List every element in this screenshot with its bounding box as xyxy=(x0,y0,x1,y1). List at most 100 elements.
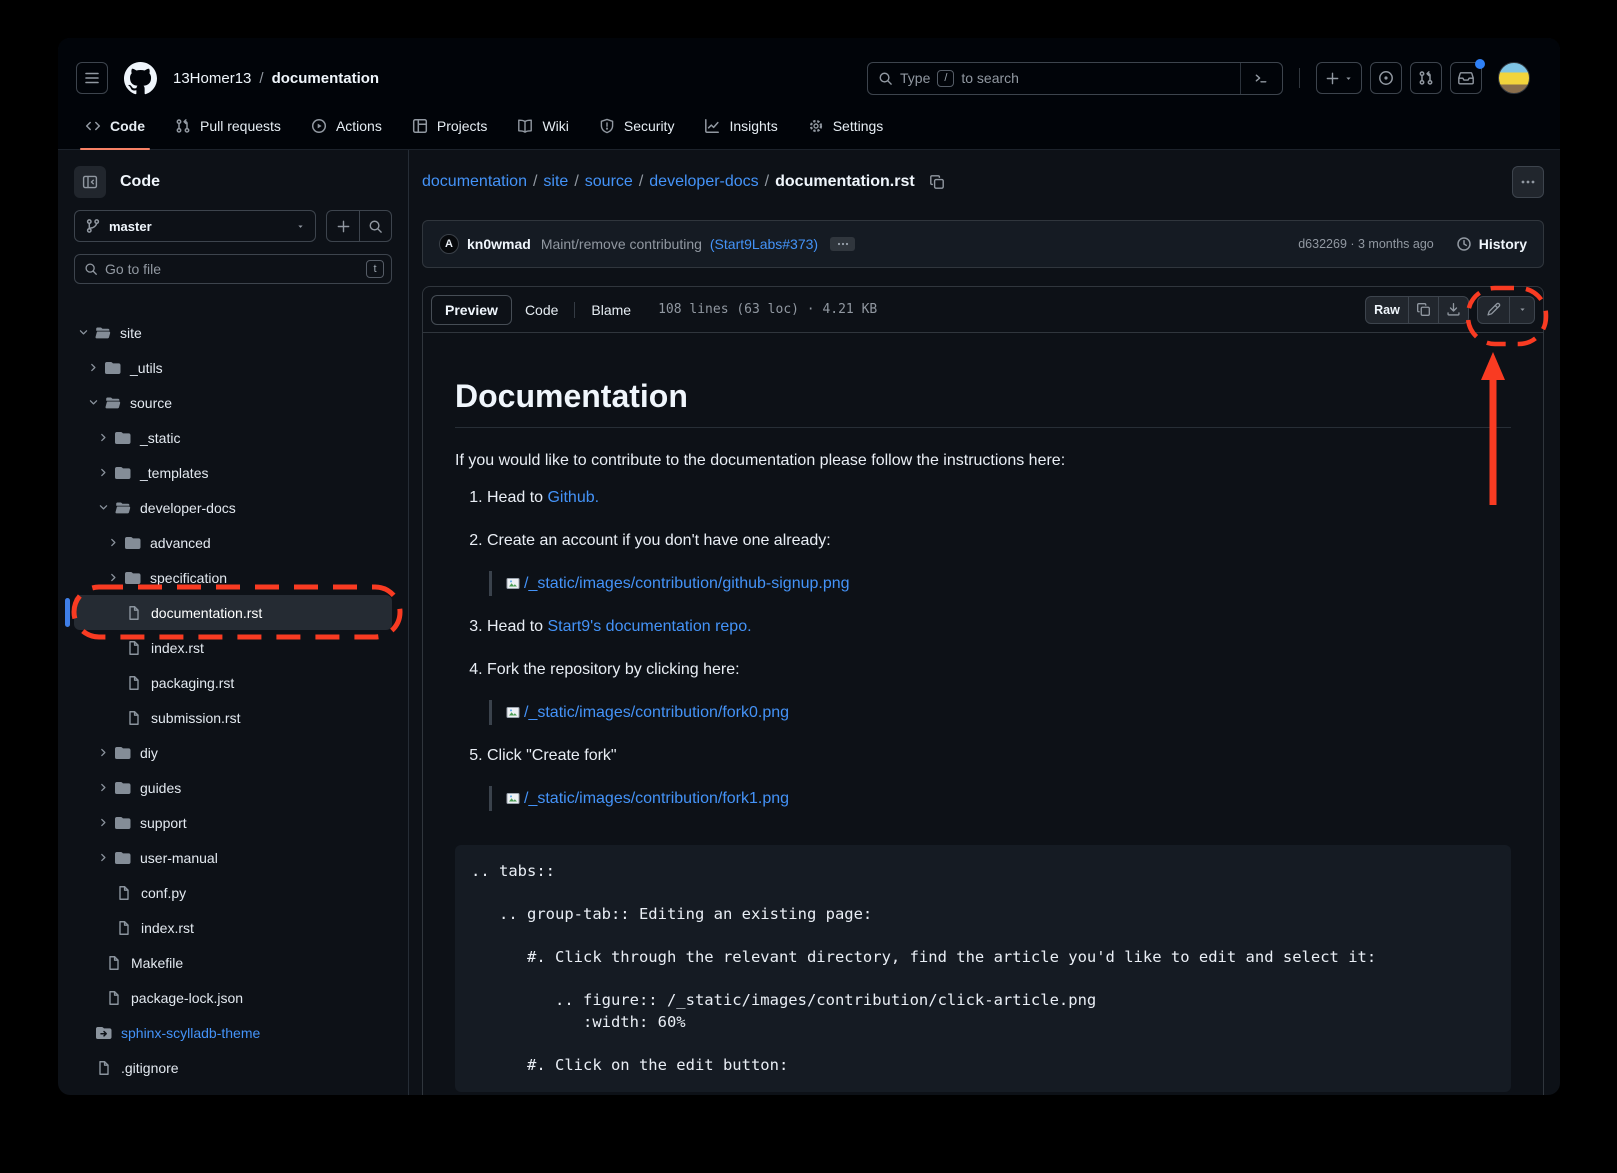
tab-pull-requests[interactable]: Pull requests xyxy=(160,102,296,149)
file-icon xyxy=(116,885,132,901)
search-tree-button[interactable] xyxy=(359,211,391,241)
go-to-file-input[interactable]: Go to file t xyxy=(74,254,392,284)
commit-pr-link[interactable]: (Start9Labs#373) xyxy=(710,236,818,252)
tree-item-site[interactable]: site xyxy=(74,315,392,350)
branch-selector[interactable]: master xyxy=(74,210,316,242)
raw-button[interactable]: Raw xyxy=(1366,297,1408,323)
download-button[interactable] xyxy=(1438,297,1468,323)
commit-message[interactable]: Maint/remove contributing xyxy=(541,236,702,252)
step-link[interactable]: Start9's documentation repo. xyxy=(547,618,751,635)
copy-icon xyxy=(1416,302,1431,317)
breadcrumb-segment[interactable]: documentation xyxy=(422,173,527,191)
github-logo-icon[interactable] xyxy=(124,62,157,95)
command-palette-icon[interactable] xyxy=(1240,63,1282,94)
folder-icon xyxy=(115,780,131,796)
tree-item-user-manual[interactable]: user-manual xyxy=(74,840,392,875)
image-link[interactable]: /_static/images/contribution/fork1.png xyxy=(524,790,789,807)
view-tab-preview[interactable]: Preview xyxy=(431,295,512,325)
tree-item-conf.py[interactable]: conf.py xyxy=(74,875,392,910)
tree-item-_templates[interactable]: _templates xyxy=(74,455,392,490)
tab-actions[interactable]: Actions xyxy=(296,102,397,149)
kebab-horizontal-icon xyxy=(1520,174,1536,190)
chevron-right-icon xyxy=(98,747,109,758)
tab-code[interactable]: Code xyxy=(70,102,160,149)
tab-projects[interactable]: Projects xyxy=(397,102,503,149)
file-toolbar: PreviewCodeBlame 108 lines (63 loc) · 4.… xyxy=(423,287,1543,333)
tab-security[interactable]: Security xyxy=(584,102,690,149)
inbox-button[interactable] xyxy=(1450,62,1482,94)
tree-item-advanced[interactable]: advanced xyxy=(74,525,392,560)
breadcrumb-segment[interactable]: developer-docs xyxy=(649,173,758,191)
file-icon xyxy=(96,1060,112,1076)
commit-sha-age[interactable]: d632269 · 3 months ago xyxy=(1298,237,1434,251)
tree-item-submission.rst[interactable]: submission.rst xyxy=(74,700,392,735)
caret-down-icon xyxy=(1518,305,1527,314)
folder-open-icon xyxy=(105,395,121,411)
search-icon xyxy=(878,71,893,86)
tree-item-partial[interactable] xyxy=(74,1085,392,1095)
raw-actions-group: Raw xyxy=(1365,296,1469,324)
view-tab-code[interactable]: Code xyxy=(512,295,571,325)
tree-item-Makefile[interactable]: Makefile xyxy=(74,945,392,980)
search-icon xyxy=(368,219,383,234)
screenshot-stage: 13Homer13 / documentation Type / to sear… xyxy=(0,0,1617,1173)
tree-item-documentation.rst[interactable]: documentation.rst xyxy=(74,595,392,630)
tree-item-guides[interactable]: guides xyxy=(74,770,392,805)
tab-insights[interactable]: Insights xyxy=(689,102,792,149)
copy-path-icon[interactable] xyxy=(929,174,945,190)
instruction-step: Fork the repository by clicking here:/_s… xyxy=(487,657,1511,725)
file-icon xyxy=(116,920,132,936)
copy-raw-button[interactable] xyxy=(1408,297,1438,323)
image-quote: /_static/images/contribution/fork1.png xyxy=(489,786,1511,811)
image-link[interactable]: /_static/images/contribution/github-sign… xyxy=(524,575,850,592)
tree-item-support[interactable]: support xyxy=(74,805,392,840)
pull-requests-button[interactable] xyxy=(1410,62,1442,94)
commit-expand-button[interactable] xyxy=(830,237,855,251)
latest-commit-bar: A kn0wmad Maint/remove contributing (Sta… xyxy=(422,220,1544,268)
image-link[interactable]: /_static/images/contribution/fork0.png xyxy=(524,704,789,721)
tree-item-specification[interactable]: specification xyxy=(74,560,392,595)
user-avatar[interactable] xyxy=(1498,62,1530,94)
tree-item-.gitignore[interactable]: .gitignore xyxy=(74,1050,392,1085)
commit-author[interactable]: kn0wmad xyxy=(467,236,531,252)
broken-image-icon xyxy=(506,706,521,719)
table-icon xyxy=(412,118,428,134)
tab-wiki[interactable]: Wiki xyxy=(502,102,583,149)
global-search-input[interactable]: Type / to search xyxy=(867,62,1283,95)
tree-item-index.rst[interactable]: index.rst xyxy=(74,630,392,665)
file-icon xyxy=(126,605,142,621)
chevron-right-icon xyxy=(108,537,119,548)
tree-item-sphinx-scylladb-theme[interactable]: sphinx-scylladb-theme xyxy=(74,1015,392,1050)
tree-item-developer-docs[interactable]: developer-docs xyxy=(74,490,392,525)
create-new-button[interactable] xyxy=(1316,62,1362,94)
history-link[interactable]: History xyxy=(1456,236,1527,252)
tree-actions-group xyxy=(326,210,392,242)
file-tree-sidebar: Code master Go to file xyxy=(58,150,409,1095)
issues-button[interactable] xyxy=(1370,62,1402,94)
tree-item-source[interactable]: source xyxy=(74,385,392,420)
edit-file-button[interactable] xyxy=(1478,297,1509,323)
tree-item-package-lock.json[interactable]: package-lock.json xyxy=(74,980,392,1015)
breadcrumb-segment[interactable]: site xyxy=(543,173,568,191)
tree-item-index.rst[interactable]: index.rst xyxy=(74,910,392,945)
collapse-sidebar-button[interactable] xyxy=(74,166,106,198)
tab-settings[interactable]: Settings xyxy=(793,102,899,149)
repo-name-link[interactable]: documentation xyxy=(272,70,380,87)
tree-item-_static[interactable]: _static xyxy=(74,420,392,455)
rendered-document: Documentation If you would like to contr… xyxy=(423,333,1543,1095)
view-tab-blame[interactable]: Blame xyxy=(578,295,644,325)
hamburger-button[interactable] xyxy=(76,62,108,94)
shield-icon xyxy=(599,118,615,134)
step-link[interactable]: Github. xyxy=(547,489,599,506)
tree-item-_utils[interactable]: _utils xyxy=(74,350,392,385)
breadcrumb-segment[interactable]: source xyxy=(585,173,633,191)
tree-item-diy[interactable]: diy xyxy=(74,735,392,770)
repo-nav-tabs: CodePull requestsActionsProjectsWikiSecu… xyxy=(58,102,1560,150)
tree-item-packaging.rst[interactable]: packaging.rst xyxy=(74,665,392,700)
edit-dropdown-button[interactable] xyxy=(1509,297,1534,323)
repo-owner-link[interactable]: 13Homer13 xyxy=(173,70,251,87)
commit-author-avatar[interactable]: A xyxy=(439,234,459,254)
file-more-actions-button[interactable] xyxy=(1512,166,1544,198)
add-file-button[interactable] xyxy=(327,211,359,241)
active-file-indicator xyxy=(65,598,70,627)
